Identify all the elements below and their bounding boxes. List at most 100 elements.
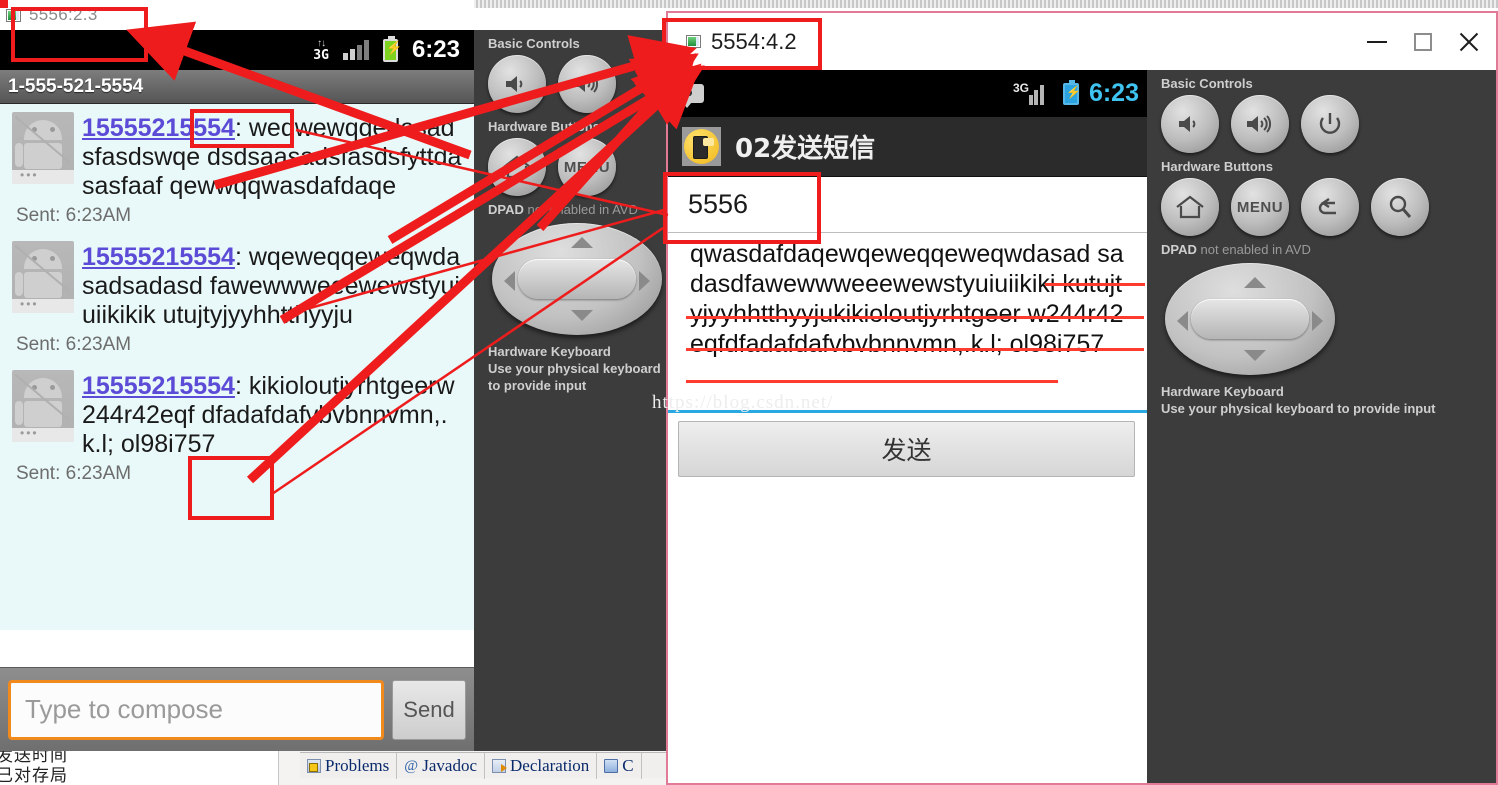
battery-charging-icon-left (382, 35, 402, 62)
volume-up-button-left[interactable] (558, 55, 616, 113)
dpad-control-left[interactable] (492, 223, 662, 335)
data-arrows-icon-left: ↑↓ (317, 37, 326, 49)
dpad-title-right: DPAD (1161, 242, 1197, 257)
sms-sender-number[interactable]: 15555215554 (82, 372, 235, 400)
annotation-box-title-5556 (11, 7, 148, 62)
dpad-right-icon-right[interactable] (1312, 311, 1323, 331)
spellcheck-underline (686, 380, 1058, 383)
close-icon (1457, 30, 1481, 54)
sms-message-item[interactable]: ••• 15555215554: wqeweqqeweqwdasadsadasd… (0, 237, 474, 366)
menu-button-label-right: MENU (1236, 198, 1284, 216)
app-title: 02发送短信 (735, 134, 876, 164)
declaration-icon (492, 758, 507, 773)
dpad-left-icon-left[interactable] (504, 271, 515, 291)
dpad-left-icon-right[interactable] (1177, 311, 1188, 331)
close-button[interactable] (1446, 13, 1492, 70)
dpad-center-button-right[interactable] (1191, 299, 1309, 339)
android-avatar-icon: ••• (12, 241, 74, 313)
tab-problems[interactable]: Problems (300, 752, 398, 779)
home-button-left[interactable] (488, 138, 546, 196)
menu-button-right[interactable]: MENU (1231, 178, 1289, 236)
problems-icon (307, 758, 321, 773)
volume-down-icon (506, 76, 523, 92)
eclipse-view-tabs: Problems @ Javadoc Declaration C (300, 752, 666, 779)
dpad-sub-right: not enabled in AVD (1200, 242, 1311, 257)
annotation-box-sender-2 (0, 0, 8, 8)
basic-controls-row-right (1147, 95, 1496, 153)
home-icon (1176, 195, 1204, 219)
volume-down-icon (1179, 116, 1196, 132)
minimize-button[interactable] (1354, 13, 1400, 70)
dpad-label-left: DPAD not enabled in AVD (488, 202, 666, 217)
status-clock-left: 6:23 (411, 36, 460, 63)
tab-problems-label: Problems (325, 755, 390, 775)
sms-sender-number[interactable]: 15555215554 (82, 243, 235, 271)
signal-bars-icon-left (342, 40, 369, 60)
spellcheck-underline (1045, 283, 1145, 286)
hardware-keyboard-title-left: Hardware Keyboard (488, 344, 611, 359)
home-button-right[interactable] (1161, 178, 1219, 236)
spellcheck-underline (686, 348, 1144, 351)
emulator-window-5554[interactable]: 5554:4.2 Basic Controls Hardware Buttons… (666, 11, 1498, 785)
compose-input[interactable]: Type to compose (8, 679, 384, 740)
tab-declaration[interactable]: Declaration (485, 752, 598, 779)
annotation-box-sender-3 (188, 456, 274, 520)
maximize-button[interactable] (1400, 13, 1446, 70)
minimize-icon (1367, 40, 1387, 43)
status-clock-right: 6:23 (1088, 79, 1139, 107)
message-text-input[interactable]: qwasdafdaqewqeweqqeweqwdasad sadasdfawew… (668, 233, 1147, 413)
clipped-chinese-line-2: 已对存局 (0, 766, 68, 785)
menu-button-label-left: MENU (563, 158, 611, 176)
network-indicator-left: ↑↓ 3G (313, 37, 329, 62)
android-status-bar-right: ☻ 3G 6:23 (668, 70, 1147, 117)
dpad-right-icon-left[interactable] (639, 271, 650, 291)
volume-up-button-right[interactable] (1231, 95, 1289, 153)
sms-colon: : (234, 243, 242, 271)
annotation-box-number-5556 (663, 172, 821, 244)
back-button-right[interactable] (1301, 178, 1359, 236)
battery-charging-icon-right (1062, 79, 1081, 105)
volume-up-icon (1247, 115, 1271, 133)
dpad-down-icon-left[interactable] (571, 310, 593, 321)
volume-down-button-right[interactable] (1161, 95, 1219, 153)
search-button-right[interactable] (1371, 178, 1429, 236)
tab-javadoc[interactable]: @ Javadoc (397, 752, 485, 779)
tab-javadoc-label: Javadoc (422, 755, 477, 775)
window-controls-right (1354, 13, 1492, 70)
dpad-center-button-left[interactable] (518, 259, 636, 299)
send-button-right[interactable]: 发送 (678, 421, 1135, 477)
dpad-control-right[interactable] (1165, 263, 1335, 375)
tab-declaration-label: Declaration (510, 755, 590, 775)
send-button-left[interactable]: Send (392, 679, 466, 740)
app-empty-area (668, 590, 1147, 783)
hardware-buttons-label-right: Hardware Buttons (1161, 159, 1273, 174)
hardware-keyboard-title-right: Hardware Keyboard (1161, 384, 1284, 399)
hardware-keyboard-sub-left: Use your physical keyboard to provide in… (488, 361, 661, 393)
at-icon: @ (404, 757, 419, 774)
tab-console[interactable]: C (597, 752, 642, 779)
dpad-title-left: DPAD (488, 202, 524, 217)
emulator-left-control-panel: Basic Controls Hardware Buttons MENU DPA… (474, 30, 666, 751)
signal-bars-icon-right: 3G (1013, 81, 1053, 105)
sms-colon: : (234, 372, 242, 400)
volume-down-button-left[interactable] (488, 55, 546, 113)
app-icon (682, 127, 721, 166)
sms-message-list[interactable]: ••• 15555215554: weqwewqqedasadsfasdswqe… (0, 104, 474, 630)
tab-console-label: C (622, 755, 634, 775)
dpad-up-icon-right[interactable] (1244, 277, 1266, 288)
back-arrow-icon (1318, 198, 1336, 215)
volume-up-icon (574, 75, 598, 93)
dpad-label-right: DPAD not enabled in AVD (1161, 242, 1496, 257)
search-icon (1389, 195, 1412, 218)
emulator-right-control-panel: Basic Controls Hardware Buttons MENU DPA… (1147, 70, 1496, 783)
power-button-right[interactable] (1301, 95, 1359, 153)
dpad-sub-left: not enabled in AVD (527, 202, 638, 217)
menu-button-left[interactable]: MENU (558, 138, 616, 196)
hardware-keyboard-sub-right: Use your physical keyboard to provide in… (1161, 401, 1436, 416)
annotation-box-title-5554 (662, 18, 822, 70)
hardware-buttons-row-left: MENU (474, 138, 666, 196)
dpad-down-icon-right[interactable] (1244, 350, 1266, 361)
app-action-bar: 02发送短信 (668, 117, 1147, 177)
sms-sent-timestamp: Sent: 6:23AM (16, 205, 132, 226)
dpad-up-icon-left[interactable] (571, 237, 593, 248)
